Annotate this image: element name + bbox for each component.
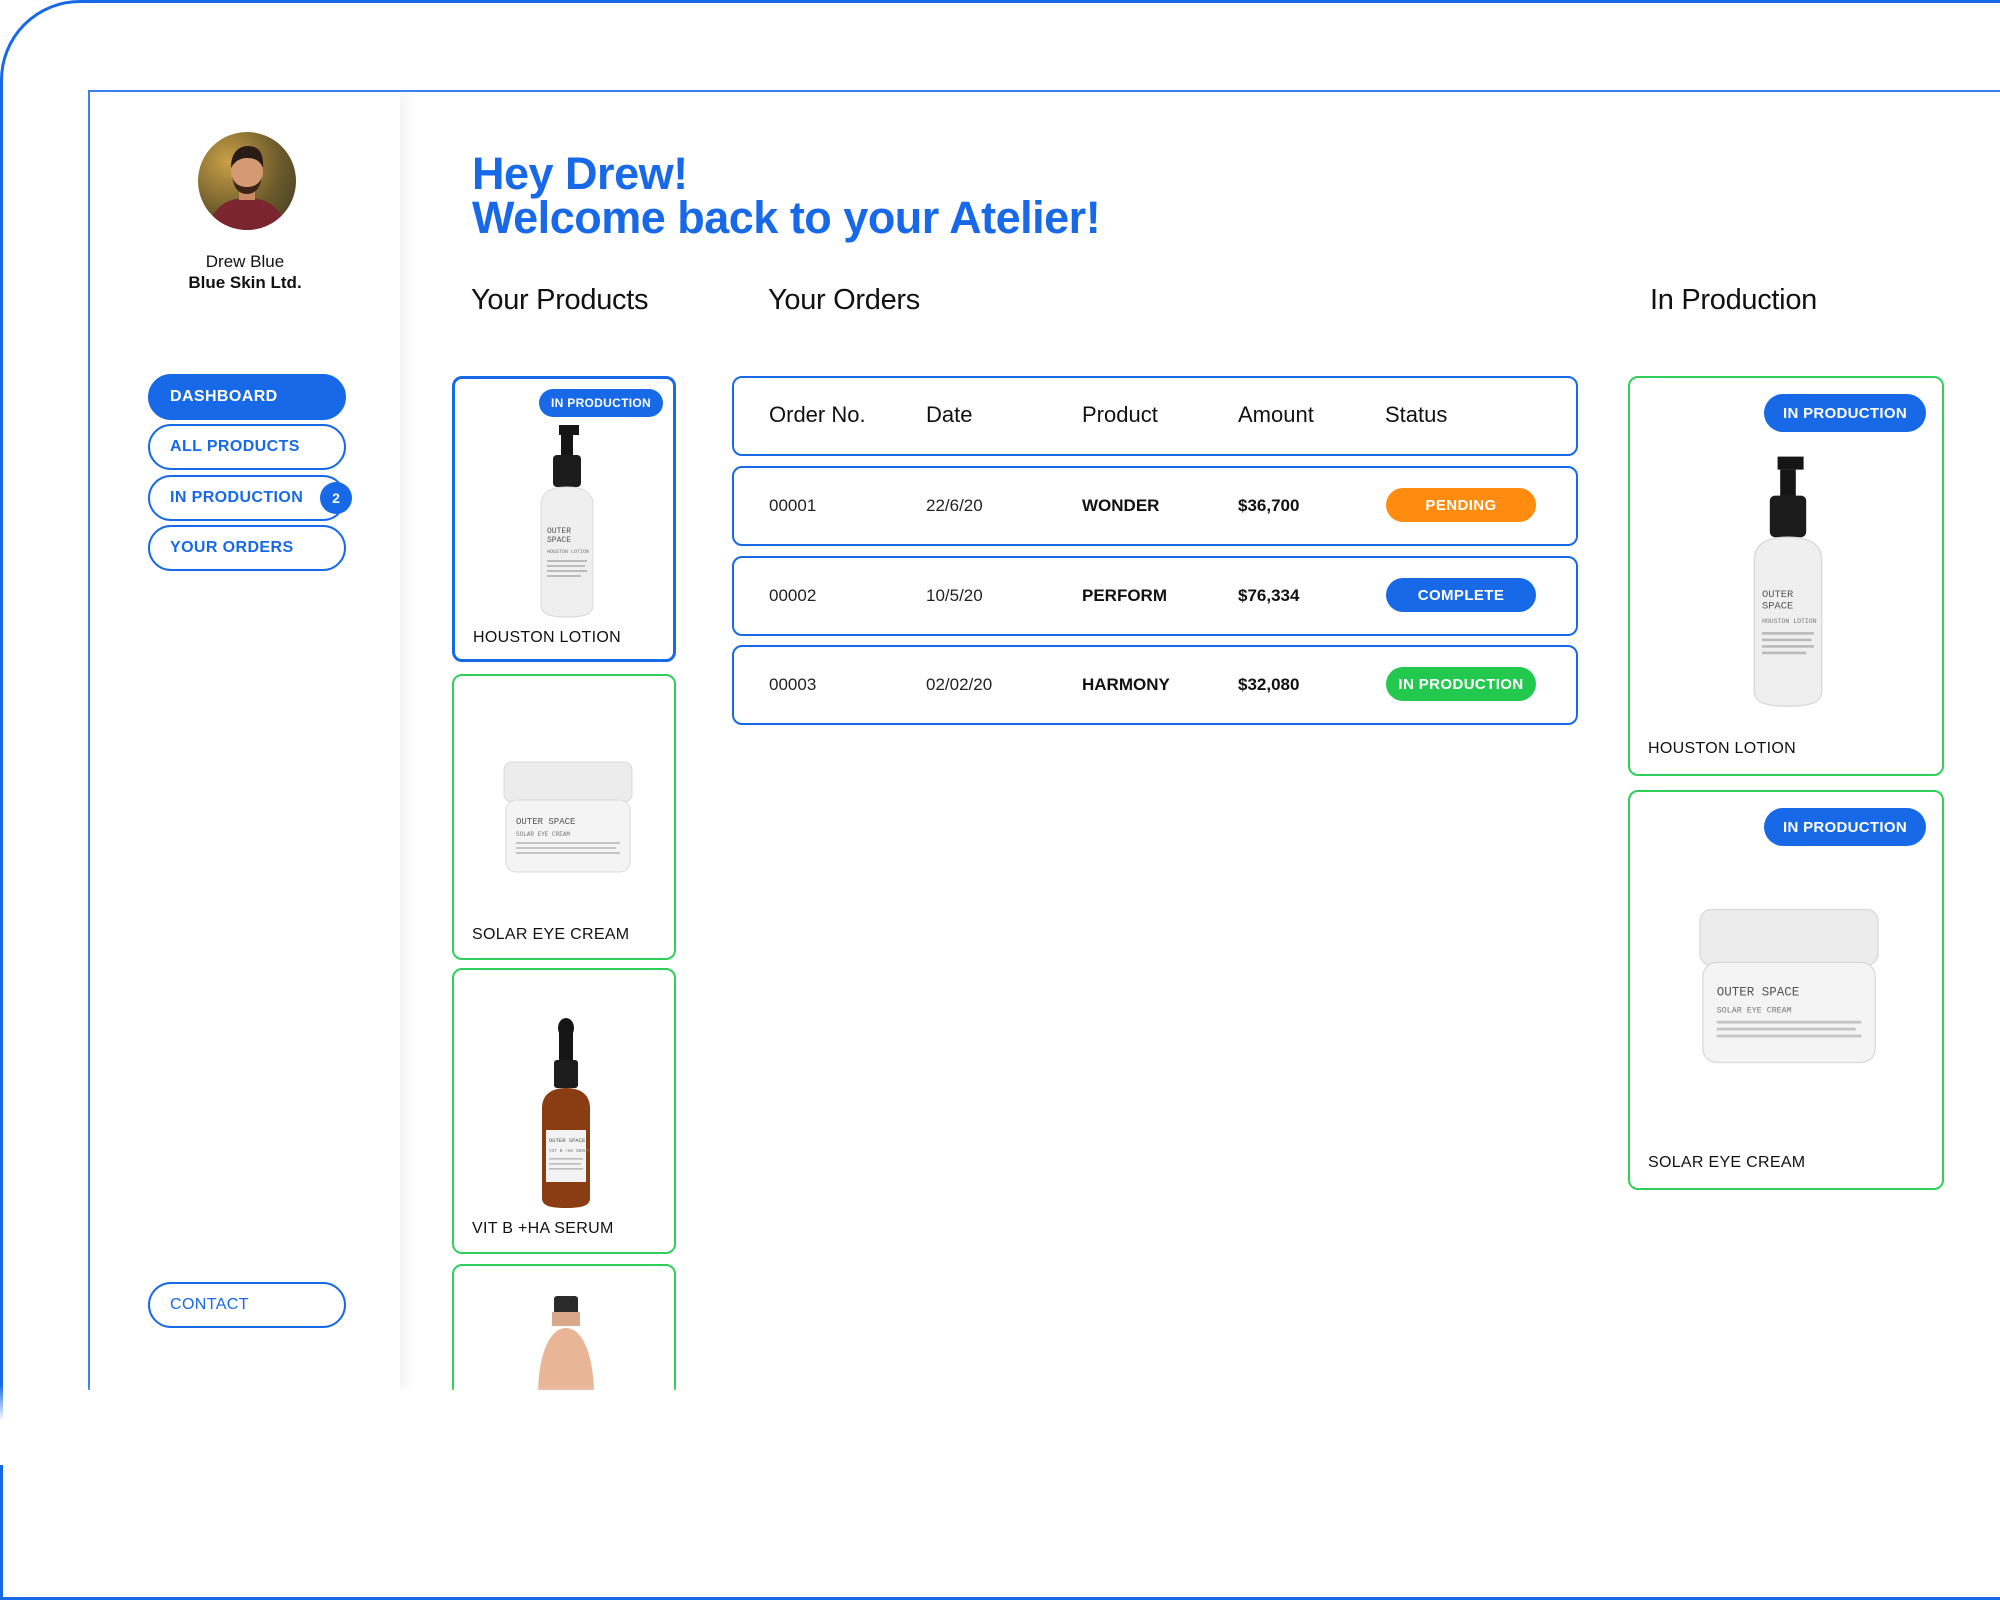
- nav-in-production[interactable]: IN PRODUCTION: [148, 475, 346, 521]
- user-name: Drew Blue: [205, 252, 285, 271]
- order-date: 22/6/20: [926, 496, 983, 515]
- order-date: 10/5/20: [926, 586, 983, 605]
- app-window: Drew Blue Blue Skin Ltd. DASHBOARD ALL P…: [88, 90, 2000, 1390]
- status-badge: IN PRODUCTION: [1386, 667, 1536, 701]
- contact-button[interactable]: CONTACT: [148, 1282, 346, 1328]
- svg-text:SPACE: SPACE: [1762, 601, 1793, 613]
- order-product: HARMONY: [1082, 675, 1170, 694]
- product-card-houston-lotion[interactable]: IN PRODUCTION OUTER SPACE HOUSTON LOTION…: [452, 376, 676, 662]
- svg-text:VIT B +HA SERUM: VIT B +HA SERUM: [549, 1148, 590, 1154]
- column-header-order-no: Order No.: [769, 402, 866, 427]
- section-title-production: In Production: [1650, 284, 1817, 316]
- svg-text:HOUSTON LOTION: HOUSTON LOTION: [547, 549, 589, 555]
- bottom-fade: [0, 1385, 2000, 1465]
- greeting-line-2: Welcome back to your Atelier!: [472, 192, 1101, 243]
- status-badge: COMPLETE: [1386, 578, 1536, 612]
- order-number: 00002: [769, 586, 817, 605]
- person-photo-icon: [208, 146, 286, 230]
- order-amount: $76,334: [1238, 586, 1300, 605]
- table-row[interactable]: 00001 22/6/20 WONDER $36,700 PENDING: [732, 466, 1578, 546]
- table-row[interactable]: 00003 02/02/20 HARMONY $32,080 IN PRODUC…: [732, 645, 1578, 725]
- greeting-line-1: Hey Drew!: [472, 148, 688, 199]
- production-status-badge: IN PRODUCTION: [1764, 808, 1926, 846]
- order-amount: $32,080: [1238, 675, 1300, 694]
- nav-all-products[interactable]: ALL PRODUCTS: [148, 424, 346, 470]
- order-number: 00003: [769, 675, 817, 694]
- greeting: Hey Drew! Welcome back to your Atelier!: [472, 148, 1101, 243]
- svg-text:SOLAR EYE CREAM: SOLAR EYE CREAM: [516, 831, 570, 838]
- svg-text:OUTER SPACE: OUTER SPACE: [549, 1137, 586, 1144]
- production-card-solar-eye-cream[interactable]: IN PRODUCTION OUTER SPACE SOLAR EYE CREA…: [1628, 790, 1944, 1190]
- cream-jar-icon: OUTER SPACE SOLAR EYE CREAM: [503, 761, 633, 873]
- column-header-amount: Amount: [1238, 402, 1314, 427]
- avatar[interactable]: [198, 132, 296, 230]
- product-status-badge: IN PRODUCTION: [539, 389, 663, 417]
- svg-text:SPACE: SPACE: [547, 536, 571, 545]
- sidebar: Drew Blue Blue Skin Ltd. DASHBOARD ALL P…: [90, 92, 400, 1390]
- column-header-date: Date: [926, 402, 973, 427]
- pump-bottle-icon: OUTER SPACE HOUSTON LOTION: [1753, 456, 1823, 707]
- pump-bottle-icon: OUTER SPACE HOUSTON LOTION: [540, 425, 594, 618]
- product-name: VIT B +HA SERUM: [472, 1220, 614, 1237]
- order-number: 00001: [769, 496, 817, 515]
- svg-text:OUTER: OUTER: [547, 527, 571, 536]
- product-card-solar-eye-cream[interactable]: OUTER SPACE SOLAR EYE CREAM SOLAR EYE CR…: [452, 674, 676, 960]
- order-amount: $36,700: [1238, 496, 1300, 515]
- section-title-orders: Your Orders: [768, 284, 920, 316]
- nav-dashboard[interactable]: DASHBOARD: [148, 374, 346, 420]
- status-badge: PENDING: [1386, 488, 1536, 522]
- production-status-badge: IN PRODUCTION: [1764, 394, 1926, 432]
- svg-text:OUTER SPACE: OUTER SPACE: [516, 817, 575, 827]
- svg-text:SOLAR EYE CREAM: SOLAR EYE CREAM: [1717, 1005, 1792, 1015]
- dropper-bottle-icon: OUTER SPACE VIT B +HA SERUM: [542, 1018, 590, 1208]
- column-header-status: Status: [1385, 402, 1448, 427]
- svg-text:OUTER SPACE: OUTER SPACE: [1717, 986, 1800, 1000]
- cream-jar-icon: OUTER SPACE SOLAR EYE CREAM: [1699, 908, 1879, 1064]
- product-card-vit-b-ha-serum[interactable]: OUTER SPACE VIT B +HA SERUM VIT B +HA SE…: [452, 968, 676, 1254]
- section-title-products: Your Products: [471, 284, 649, 316]
- svg-text:OUTER: OUTER: [1762, 589, 1793, 601]
- order-product: WONDER: [1082, 496, 1160, 515]
- product-name: SOLAR EYE CREAM: [472, 926, 630, 943]
- product-bottle-icon: [538, 1296, 594, 1390]
- orders-table-header: Order No. Date Product Amount Status: [732, 376, 1578, 456]
- in-production-count-badge: 2: [320, 482, 352, 514]
- production-card-houston-lotion[interactable]: IN PRODUCTION OUTER SPACE HOUSTON LOTION…: [1628, 376, 1944, 776]
- product-card-partial[interactable]: [452, 1264, 676, 1390]
- company-name: Blue Skin Ltd.: [188, 273, 302, 292]
- order-product: PERFORM: [1082, 586, 1167, 605]
- nav-your-orders[interactable]: YOUR ORDERS: [148, 525, 346, 571]
- column-header-product: Product: [1082, 402, 1158, 427]
- table-row[interactable]: 00002 10/5/20 PERFORM $76,334 COMPLETE: [732, 556, 1578, 636]
- order-date: 02/02/20: [926, 675, 993, 694]
- svg-text:HOUSTON LOTION: HOUSTON LOTION: [1762, 618, 1817, 625]
- product-name: HOUSTON LOTION: [1648, 740, 1796, 757]
- product-name: SOLAR EYE CREAM: [1648, 1154, 1806, 1171]
- product-name: HOUSTON LOTION: [473, 629, 621, 646]
